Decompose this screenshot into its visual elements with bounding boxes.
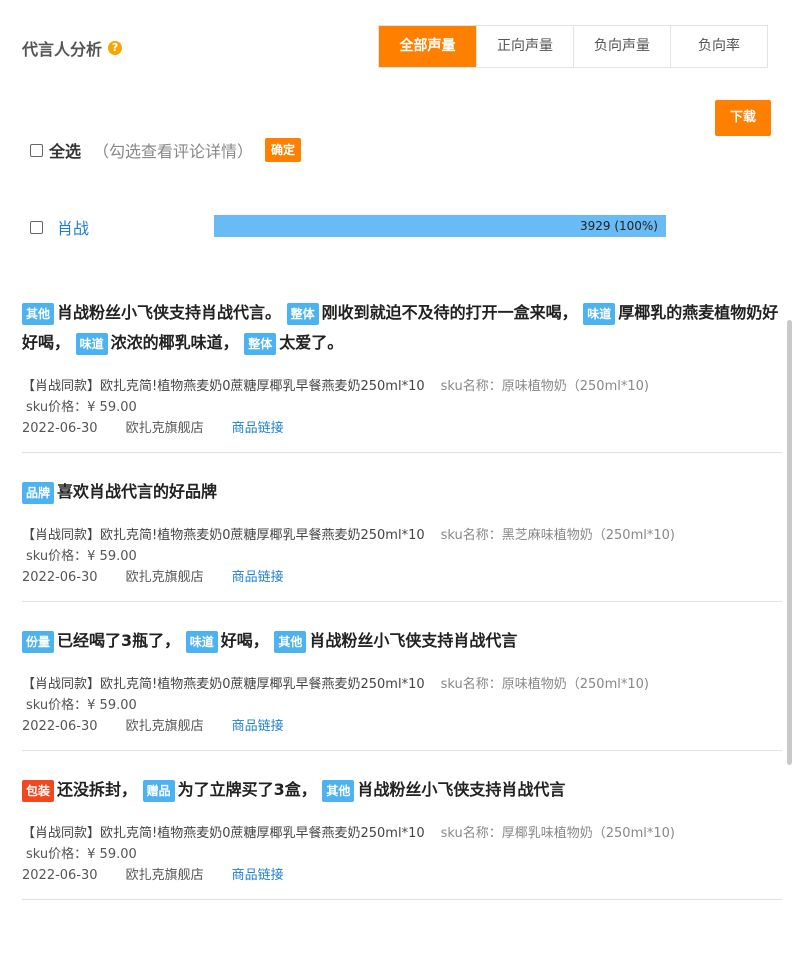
page-title: 代言人分析 ? [22, 36, 123, 60]
aspect-tag: 品牌 [22, 481, 55, 504]
comment-date: 2022-06-30 [22, 719, 98, 734]
aspect-tag: 份量 [22, 630, 55, 653]
spokesperson-volume-bar: 3929 (100%) [214, 215, 666, 237]
sku-name: sku名称：厚椰乳味植物奶（250ml*10) [440, 826, 675, 841]
aspect-tag: 其他 [274, 630, 307, 653]
comment-segment: 太爱了。 [279, 333, 344, 352]
sku-price: sku价格：¥ 59.00 [26, 400, 137, 415]
sku-price: sku价格：¥ 59.00 [26, 698, 137, 713]
aspect-tag: 味道 [185, 630, 218, 653]
sku-price: sku价格：¥ 59.00 [26, 847, 137, 862]
comment-item: 份量 已经喝了3瓶了， 味道 好喝， 其他 肖战粉丝小飞侠支持肖战代言【肖战同款】欧扎… [22, 626, 782, 751]
aspect-tag: 其他 [322, 779, 355, 802]
select-all-checkbox[interactable] [30, 143, 43, 157]
comment-segment: 刚收到就迫不及待的打开一盒来喝， [321, 303, 578, 322]
shop-name: 欧扎克旗舰店 [125, 570, 204, 585]
comment-list: 其他 肖战粉丝小飞侠支持肖战代言。 整体 刚收到就迫不及待的打开一盒来喝， 味道 厚椰… [22, 298, 782, 924]
shop-name: 欧扎克旗舰店 [125, 868, 204, 883]
product-name: 【肖战同款】欧扎克简!植物燕麦奶0蔗糖厚椰乳早餐燕麦奶250ml*10 [22, 677, 425, 692]
spokesperson-checkbox[interactable] [30, 220, 43, 234]
comment-segment: 为了立牌买了3盒， [177, 780, 317, 799]
sku-price: sku价格：¥ 59.00 [26, 549, 137, 564]
meta-line: 2022-06-30 欧扎克旗舰店 商品链接 [22, 418, 782, 440]
aspect-tag: 其他 [22, 302, 55, 325]
aspect-tag: 整体 [286, 302, 319, 325]
volume-tabs: 全部声量 正向声量 负向声量 负向率 [378, 25, 768, 68]
select-all-row: 全选 （勾选查看评论详情） 确定 [30, 138, 302, 162]
volume-bar-label: 3929 (100%) [579, 219, 658, 233]
select-hint: （勾选查看评论详情） [93, 142, 254, 161]
product-link[interactable]: 商品链接 [232, 719, 284, 734]
comment-date: 2022-06-30 [22, 868, 98, 883]
comment-text: 其他 肖战粉丝小飞侠支持肖战代言。 整体 刚收到就迫不及待的打开一盒来喝， 味道 厚椰… [22, 298, 782, 358]
tab-0[interactable]: 全部声量 [379, 26, 476, 67]
comment-segment: 已经喝了3瓶了， [57, 631, 181, 650]
comment-text: 品牌 喜欢肖战代言的好品牌 [22, 477, 782, 507]
comment-item: 其他 肖战粉丝小飞侠支持肖战代言。 整体 刚收到就迫不及待的打开一盒来喝， 味道 厚椰… [22, 298, 782, 453]
aspect-tag: 味道 [583, 302, 616, 325]
shop-name: 欧扎克旗舰店 [125, 719, 204, 734]
product-name: 【肖战同款】欧扎克简!植物燕麦奶0蔗糖厚椰乳早餐燕麦奶250ml*10 [22, 528, 425, 543]
aspect-tag: 味道 [75, 332, 108, 355]
tab-3[interactable]: 负向率 [670, 26, 767, 67]
comment-segment: 肖战粉丝小飞侠支持肖战代言 [309, 631, 518, 650]
sku-name: sku名称：原味植物奶（250ml*10) [440, 379, 649, 394]
aspect-tag: 包装 [22, 779, 55, 802]
product-link[interactable]: 商品链接 [232, 421, 284, 436]
tab-1[interactable]: 正向声量 [476, 26, 573, 67]
product-link[interactable]: 商品链接 [232, 570, 284, 585]
product-line: 【肖战同款】欧扎克简!植物燕麦奶0蔗糖厚椰乳早餐燕麦奶250ml*10 sku名称… [22, 674, 782, 696]
shop-name: 欧扎克旗舰店 [125, 421, 204, 436]
scrollbar[interactable] [787, 320, 792, 765]
product-line: 【肖战同款】欧扎克简!植物燕麦奶0蔗糖厚椰乳早餐燕麦奶250ml*10 sku名称… [22, 823, 782, 845]
confirm-button[interactable]: 确定 [265, 138, 302, 162]
meta-line: 2022-06-30 欧扎克旗舰店 商品链接 [22, 567, 782, 589]
product-line: 【肖战同款】欧扎克简!植物燕麦奶0蔗糖厚椰乳早餐燕麦奶250ml*10 sku名称… [22, 376, 782, 398]
aspect-tag: 整体 [244, 332, 277, 355]
help-icon[interactable]: ? [108, 41, 123, 55]
tab-2[interactable]: 负向声量 [573, 26, 670, 67]
product-link[interactable]: 商品链接 [232, 868, 284, 883]
spokesperson-name[interactable]: 肖战 [57, 215, 89, 239]
select-all-label: 全选 [49, 142, 82, 161]
comment-segment: 还没拆封， [57, 780, 138, 799]
product-line: 【肖战同款】欧扎克简!植物燕麦奶0蔗糖厚椰乳早餐燕麦奶250ml*10 sku名称… [22, 525, 782, 547]
spokesperson-row: 肖战 [30, 215, 89, 239]
sku-name: sku名称：黑芝麻味植物奶（250ml*10) [440, 528, 675, 543]
comment-text: 包装 还没拆封， 赠品 为了立牌买了3盒， 其他 肖战粉丝小飞侠支持肖战代言 [22, 775, 782, 805]
comment-segment: 肖战粉丝小飞侠支持肖战代言。 [57, 303, 282, 322]
comment-item: 包装 还没拆封， 赠品 为了立牌买了3盒， 其他 肖战粉丝小飞侠支持肖战代言【肖战同款… [22, 775, 782, 900]
comment-segment: 肖战粉丝小飞侠支持肖战代言 [357, 780, 566, 799]
meta-line: 2022-06-30 欧扎克旗舰店 商品链接 [22, 865, 782, 887]
comment-segment: 好喝， [220, 631, 269, 650]
product-name: 【肖战同款】欧扎克简!植物燕麦奶0蔗糖厚椰乳早餐燕麦奶250ml*10 [22, 379, 425, 394]
comment-date: 2022-06-30 [22, 421, 98, 436]
sku-name: sku名称：原味植物奶（250ml*10) [440, 677, 649, 692]
aspect-tag: 赠品 [142, 779, 175, 802]
comment-item: 品牌 喜欢肖战代言的好品牌【肖战同款】欧扎克简!植物燕麦奶0蔗糖厚椰乳早餐燕麦奶2… [22, 477, 782, 602]
comment-segment: 喜欢肖战代言的好品牌 [57, 482, 218, 501]
meta-line: 2022-06-30 欧扎克旗舰店 商品链接 [22, 716, 782, 738]
page-title-text: 代言人分析 [22, 40, 103, 59]
comment-segment: 浓浓的椰乳味道， [110, 333, 239, 352]
product-name: 【肖战同款】欧扎克简!植物燕麦奶0蔗糖厚椰乳早餐燕麦奶250ml*10 [22, 826, 425, 841]
download-button[interactable]: 下载 [715, 100, 771, 136]
comment-date: 2022-06-30 [22, 570, 98, 585]
comment-text: 份量 已经喝了3瓶了， 味道 好喝， 其他 肖战粉丝小飞侠支持肖战代言 [22, 626, 782, 656]
